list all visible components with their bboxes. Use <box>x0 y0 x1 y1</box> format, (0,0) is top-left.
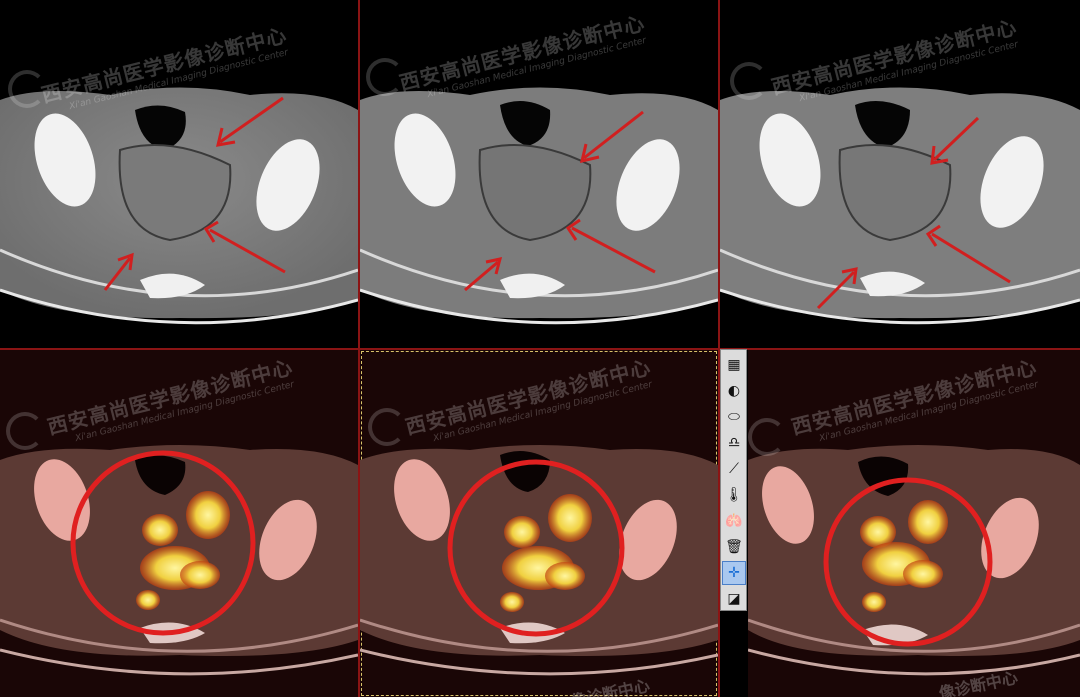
ct-slice-image <box>360 87 718 325</box>
freehand-roi-tool-button[interactable]: ♎ <box>723 432 745 454</box>
trash-icon: 🗑 <box>725 539 743 555</box>
corner-resize-tool-button[interactable]: ◪ <box>723 588 745 610</box>
ct-panel-3[interactable]: 西安高尚医学影像诊断中心 Xi'an Gaoshan Medical Imagi… <box>720 0 1080 348</box>
contrast-icon: ◐ <box>727 383 741 399</box>
window-level-tool-button[interactable]: ▦ <box>723 354 745 376</box>
ct-slice-image <box>720 87 1080 325</box>
contrast-tool-button[interactable]: ◐ <box>723 380 745 402</box>
line-measure-tool-button[interactable]: ⟋ <box>723 458 745 480</box>
crosshair-tool-button[interactable]: ✛ <box>722 561 746 585</box>
petct-fusion-image <box>748 445 1080 676</box>
ct-slice-image <box>0 87 358 325</box>
tool-palette: ▦ ◐ ⬭ ♎ ⟋ 🌡 🫁 🗑 ✛ ◪ <box>720 349 747 611</box>
petct-panel-1[interactable]: 西安高尚医学影像诊断中心 Xi'an Gaoshan Medical Imagi… <box>0 350 358 697</box>
corner-resize-icon: ◪ <box>727 591 741 607</box>
image-viewer-grid: 西安高尚医学影像诊断中心 Xi'an Gaoshan Medical Imagi… <box>0 0 1080 697</box>
petct-panel-3[interactable]: 西安高尚医学影像诊断中心 Xi'an Gaoshan Medical Imagi… <box>748 350 1080 697</box>
crosshair-icon: ✛ <box>728 565 740 581</box>
trash-tool-button[interactable]: 🗑 <box>723 536 745 558</box>
petct-fusion-image <box>360 445 718 676</box>
ellipse-roi-icon: ⬭ <box>728 409 740 425</box>
thermometer-icon: 🌡 <box>725 487 743 503</box>
petct-panel-2[interactable]: 西安高尚医学影像诊断中心 Xi'an Gaoshan Medical Imagi… <box>360 350 718 697</box>
ellipse-roi-tool-button[interactable]: ⬭ <box>723 406 745 428</box>
ct-panel-2[interactable]: 西安高尚医学影像诊断中心 Xi'an Gaoshan Medical Imagi… <box>360 0 718 348</box>
ct-panel-1[interactable]: 西安高尚医学影像诊断中心 Xi'an Gaoshan Medical Imagi… <box>0 0 358 348</box>
line-measure-icon: ⟋ <box>729 461 739 477</box>
thermometer-tool-button[interactable]: 🌡 <box>723 484 745 506</box>
freehand-roi-icon: ♎ <box>727 435 741 451</box>
lung-tool-button[interactable]: 🫁 <box>723 510 745 532</box>
window-level-icon: ▦ <box>727 357 741 373</box>
lung-icon: 🫁 <box>725 513 743 529</box>
petct-fusion-image <box>0 445 358 676</box>
panel-divider <box>0 348 1080 350</box>
